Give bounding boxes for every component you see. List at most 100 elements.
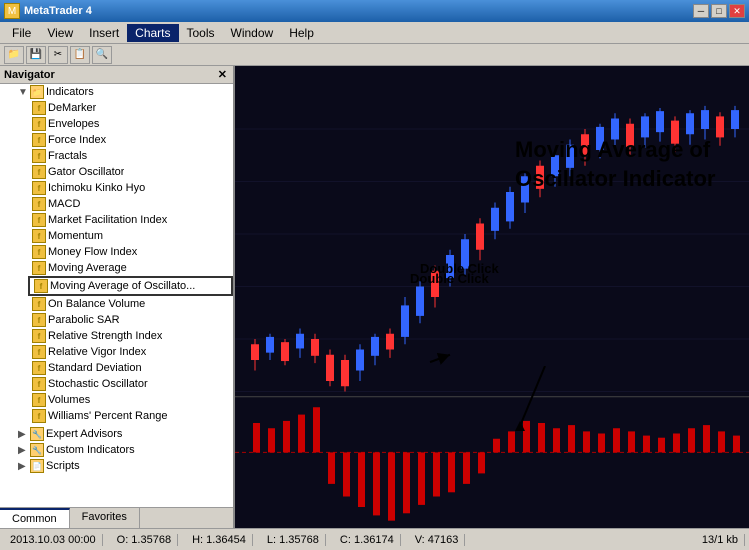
window-title: MetaTrader 4 <box>24 5 92 17</box>
expand-icon: ▼ <box>18 87 28 98</box>
minimize-button[interactable]: ─ <box>693 4 709 18</box>
indicator-icon: f <box>32 245 46 259</box>
indicator-icon: f <box>32 297 46 311</box>
indicator-icon: f <box>32 133 46 147</box>
app-icon: M <box>4 3 20 19</box>
nav-item-obv[interactable]: f On Balance Volume <box>28 296 233 312</box>
menu-view[interactable]: View <box>39 24 81 42</box>
double-click-text: Double Click <box>410 271 489 286</box>
nav-item-volumes[interactable]: f Volumes <box>28 392 233 408</box>
item-label: On Balance Volume <box>48 298 145 310</box>
nav-item-envelopes[interactable]: f Envelopes <box>28 116 233 132</box>
toolbar-btn-5[interactable]: 🔍 <box>92 46 112 64</box>
item-label: Relative Strength Index <box>48 330 162 342</box>
toolbar-btn-3[interactable]: ✂ <box>48 46 68 64</box>
folder-icon: 🔧 <box>30 427 44 441</box>
nav-item-gator[interactable]: f Gator Oscillator <box>28 164 233 180</box>
menu-insert[interactable]: Insert <box>81 24 127 42</box>
menu-tools[interactable]: Tools <box>179 24 223 42</box>
nav-item-force-index[interactable]: f Force Index <box>28 132 233 148</box>
nav-item-demarker[interactable]: f DeMarker <box>28 100 233 116</box>
close-button[interactable]: ✕ <box>729 4 745 18</box>
toolbar-btn-4[interactable]: 📋 <box>70 46 90 64</box>
status-open: O: 1.35768 <box>111 534 178 546</box>
indicator-icon: f <box>32 181 46 195</box>
nav-item-moving-average[interactable]: f Moving Average <box>28 260 233 276</box>
nav-item-mfi[interactable]: f Market Facilitation Index <box>28 212 233 228</box>
menu-bar: File View Insert Charts Tools Window Hel… <box>0 22 749 44</box>
toolbar-btn-1[interactable]: 📁 <box>4 46 24 64</box>
status-bar: 2013.10.03 00:00 O: 1.35768 H: 1.36454 L… <box>0 528 749 550</box>
scripts-section[interactable]: ▶ 📄 Scripts <box>14 458 233 474</box>
status-volume: V: 47163 <box>409 534 466 546</box>
nav-item-stochastic[interactable]: f Stochastic Oscillator <box>28 376 233 392</box>
expand-icon: ▶ <box>18 429 28 440</box>
nav-item-ichimoku[interactable]: f Ichimoku Kinko Hyo <box>28 180 233 196</box>
expert-advisors-section[interactable]: ▶ 🔧 Expert Advisors <box>14 426 233 442</box>
item-label: Market Facilitation Index <box>48 214 167 226</box>
nav-tree[interactable]: ▼ 📁 Indicators f DeMarker f Envelopes f … <box>0 84 233 507</box>
menu-window[interactable]: Window <box>223 24 282 42</box>
toolbar-btn-2[interactable]: 💾 <box>26 46 46 64</box>
item-label: Money Flow Index <box>48 246 137 258</box>
big-label: Moving Average ofOscillator Indicator <box>515 136 716 193</box>
navigator-header: Navigator ✕ <box>0 66 233 84</box>
menu-file[interactable]: File <box>4 24 39 42</box>
folder-icon: 📁 <box>30 85 44 99</box>
item-label: Envelopes <box>48 118 99 130</box>
menu-charts[interactable]: Charts <box>127 24 178 42</box>
item-label: Parabolic SAR <box>48 314 120 326</box>
nav-item-momentum[interactable]: f Momentum <box>28 228 233 244</box>
annotation-arrow <box>505 366 565 446</box>
navigator-title: Navigator <box>4 69 55 81</box>
indicator-icon: f <box>32 197 46 211</box>
nav-item-parabolic[interactable]: f Parabolic SAR <box>28 312 233 328</box>
maximize-button[interactable]: □ <box>711 4 727 18</box>
title-bar: M MetaTrader 4 ─ □ ✕ <box>0 0 749 22</box>
item-label: Moving Average of Oscillato... <box>50 280 195 292</box>
indicator-icon: f <box>32 261 46 275</box>
custom-label: Custom Indicators <box>46 444 135 456</box>
item-label: Gator Oscillator <box>48 166 124 178</box>
indicator-icon: f <box>32 149 46 163</box>
indicators-section[interactable]: ▼ 📁 Indicators <box>14 84 233 100</box>
indicator-icon: f <box>34 279 48 293</box>
scripts-label: Scripts <box>46 460 80 472</box>
item-label: Williams' Percent Range <box>48 410 167 422</box>
nav-item-mao[interactable]: f Moving Average of Oscillato... <box>28 276 233 296</box>
window-controls: ─ □ ✕ <box>693 4 745 18</box>
indicator-icon: f <box>32 313 46 327</box>
item-label: Relative Vigor Index <box>48 346 146 358</box>
indicator-icon: f <box>32 409 46 423</box>
item-label: Standard Deviation <box>48 362 142 374</box>
item-label: Fractals <box>48 150 87 162</box>
item-label: Force Index <box>48 134 106 146</box>
toolbar: 📁 💾 ✂ 📋 🔍 <box>0 44 749 66</box>
nav-item-macd[interactable]: f MACD <box>28 196 233 212</box>
status-high: H: 1.36454 <box>186 534 253 546</box>
item-label: Momentum <box>48 230 103 242</box>
nav-item-money-flow[interactable]: f Money Flow Index <box>28 244 233 260</box>
main-layout: Navigator ✕ ▼ 📁 Indicators f DeMarker f … <box>0 66 749 528</box>
nav-item-rvi[interactable]: f Relative Vigor Index <box>28 344 233 360</box>
folder-icon: 📄 <box>30 459 44 473</box>
nav-item-rsi[interactable]: f Relative Strength Index <box>28 328 233 344</box>
indicator-icon: f <box>32 229 46 243</box>
chart-area[interactable]: Double Click Moving Average ofOscillator… <box>235 66 749 528</box>
indicator-icon: f <box>32 213 46 227</box>
folder-icon: 🔧 <box>30 443 44 457</box>
indicator-icon: f <box>32 329 46 343</box>
custom-indicators-section[interactable]: ▶ 🔧 Custom Indicators <box>14 442 233 458</box>
indicator-icon: f <box>32 393 46 407</box>
expand-icon: ▶ <box>18 461 28 472</box>
item-label: Ichimoku Kinko Hyo <box>48 182 145 194</box>
item-label: Moving Average <box>48 262 127 274</box>
nav-item-wpr[interactable]: f Williams' Percent Range <box>28 408 233 424</box>
navigator-close-button[interactable]: ✕ <box>216 68 229 81</box>
item-label: Volumes <box>48 394 90 406</box>
tab-favorites[interactable]: Favorites <box>70 508 140 528</box>
nav-item-stddev[interactable]: f Standard Deviation <box>28 360 233 376</box>
nav-item-fractals[interactable]: f Fractals <box>28 148 233 164</box>
tab-common[interactable]: Common <box>0 508 70 528</box>
menu-help[interactable]: Help <box>281 24 322 42</box>
